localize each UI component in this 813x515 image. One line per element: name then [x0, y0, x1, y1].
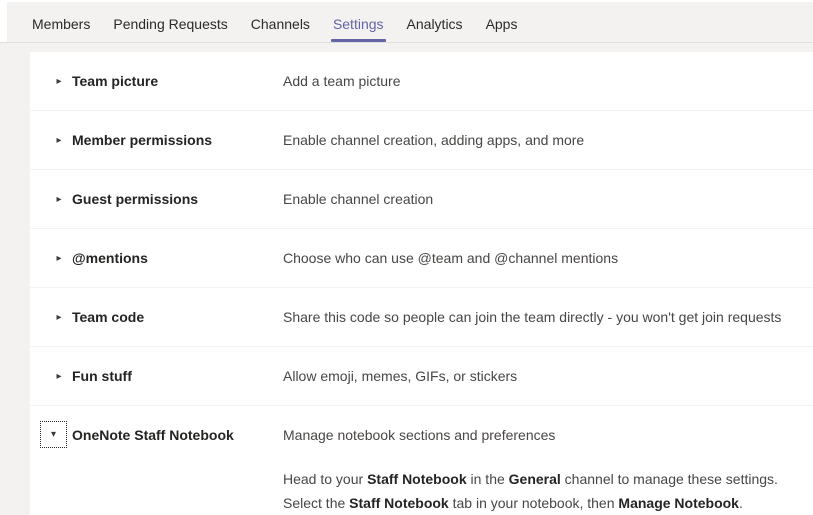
row-title: Guest permissions: [72, 191, 283, 207]
chevron-down-icon[interactable]: ▾: [40, 421, 67, 448]
team-tabs-bar: Members Pending Requests Channels Settin…: [0, 0, 813, 43]
settings-row-guest-permissions[interactable]: ▸ Guest permissions Enable channel creat…: [30, 170, 813, 228]
row-description: Manage notebook sections and preferences: [283, 427, 813, 443]
chevron-right-icon[interactable]: ▸: [52, 347, 66, 405]
row-description: Enable channel creation, adding apps, an…: [283, 132, 813, 148]
row-description: Share this code so people can join the t…: [283, 309, 813, 325]
settings-row-team-code[interactable]: ▸ Team code Share this code so people ca…: [30, 288, 813, 346]
tab-settings[interactable]: Settings: [332, 16, 385, 42]
row-title: Member permissions: [72, 132, 283, 148]
row-description: Allow emoji, memes, GIFs, or stickers: [283, 368, 813, 384]
tab-members[interactable]: Members: [31, 16, 91, 42]
settings-row-mentions[interactable]: ▸ @mentions Choose who can use @team and…: [30, 229, 813, 287]
row-description: Add a team picture: [283, 73, 813, 89]
settings-row-team-picture[interactable]: ▸ Team picture Add a team picture: [30, 52, 813, 110]
onenote-instructions-line1: Head to your Staff Notebook in the Gener…: [283, 467, 793, 491]
row-header: OneNote Staff Notebook Manage notebook s…: [30, 406, 813, 464]
row-title: Fun stuff: [72, 368, 283, 384]
row-title: OneNote Staff Notebook: [72, 427, 283, 443]
row-title: Team code: [72, 309, 283, 325]
chevron-right-icon[interactable]: ▸: [52, 288, 66, 346]
chevron-right-icon[interactable]: ▸: [52, 52, 66, 110]
chevron-right-icon[interactable]: ▸: [52, 170, 66, 228]
row-title: Team picture: [72, 73, 283, 89]
settings-row-member-permissions[interactable]: ▸ Member permissions Enable channel crea…: [30, 111, 813, 169]
row-description: Enable channel creation: [283, 191, 813, 207]
settings-accordion: ▸ Team picture Add a team picture ▸ Memb…: [0, 43, 813, 515]
row-title: @mentions: [72, 250, 283, 266]
onenote-instructions-line2: Select the Staff Notebook tab in your no…: [283, 491, 793, 515]
settings-row-onenote-staff-notebook[interactable]: ▾ OneNote Staff Notebook Manage notebook…: [30, 406, 813, 515]
chevron-right-icon[interactable]: ▸: [52, 229, 66, 287]
chevron-right-icon[interactable]: ▸: [52, 111, 66, 169]
onenote-instructions: Head to your Staff Notebook in the Gener…: [283, 464, 793, 515]
tab-apps[interactable]: Apps: [485, 16, 519, 42]
row-description: Choose who can use @team and @channel me…: [283, 250, 813, 266]
tab-pending-requests[interactable]: Pending Requests: [112, 16, 228, 42]
tab-channels[interactable]: Channels: [250, 16, 311, 42]
settings-row-fun-stuff[interactable]: ▸ Fun stuff Allow emoji, memes, GIFs, or…: [30, 347, 813, 405]
tab-analytics[interactable]: Analytics: [406, 16, 464, 42]
